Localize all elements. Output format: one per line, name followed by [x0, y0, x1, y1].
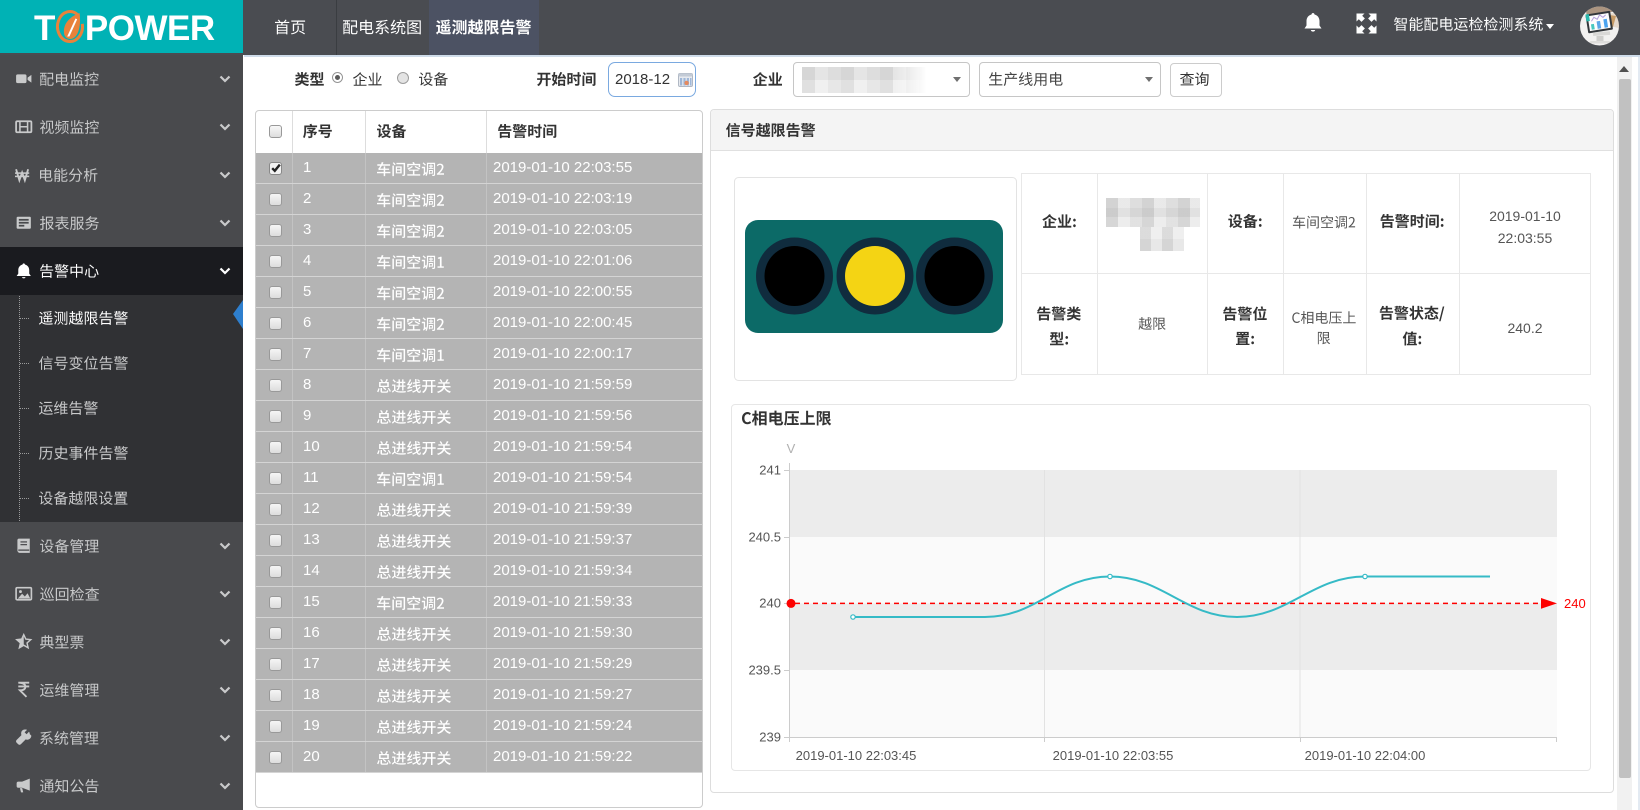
svg-text:240.5: 240.5 [748, 530, 781, 545]
svg-text:240: 240 [1564, 596, 1586, 611]
svg-text:240: 240 [759, 596, 781, 611]
svg-text:239.5: 239.5 [748, 663, 781, 678]
svg-text:241: 241 [759, 463, 781, 478]
svg-text:2019-01-10 22:04:00: 2019-01-10 22:04:00 [1305, 748, 1426, 763]
svg-text:V: V [787, 441, 796, 456]
svg-text:239: 239 [759, 730, 781, 745]
svg-text:2019-01-10 22:03:45: 2019-01-10 22:03:45 [796, 748, 917, 763]
svg-text:2019-01-10 22:03:55: 2019-01-10 22:03:55 [1053, 748, 1174, 763]
